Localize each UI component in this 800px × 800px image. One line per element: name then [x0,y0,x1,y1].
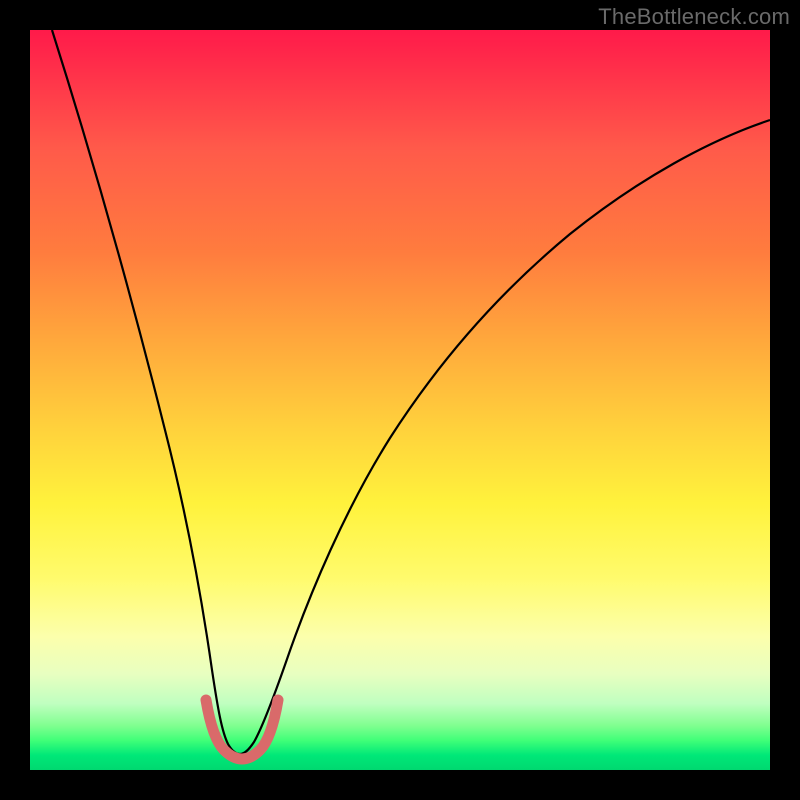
bottleneck-curve [52,30,770,754]
optimal-zone-curve [206,700,278,759]
chart-svg [30,30,770,770]
watermark-text: TheBottleneck.com [598,4,790,30]
chart-frame: TheBottleneck.com [0,0,800,800]
